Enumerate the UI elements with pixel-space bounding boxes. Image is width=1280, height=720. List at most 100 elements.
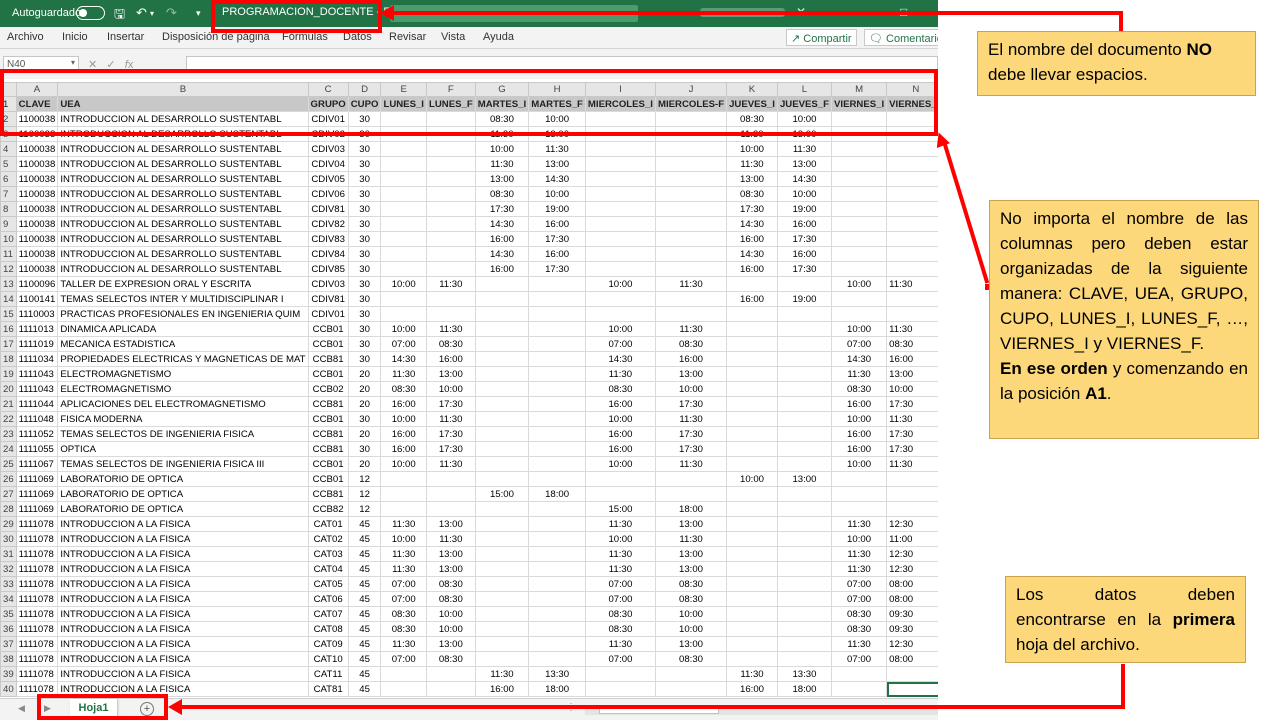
cell[interactable]: 08:30 xyxy=(380,606,427,622)
cell[interactable] xyxy=(584,201,656,217)
cell[interactable]: 30 xyxy=(347,276,382,292)
cell[interactable]: 11:30 xyxy=(584,561,656,577)
cell[interactable]: CAT10 xyxy=(307,651,349,667)
cell[interactable]: ELECTROMAGNETISMO xyxy=(57,381,309,397)
cell[interactable]: 1111078 xyxy=(15,561,59,577)
cell[interactable]: 13:00 xyxy=(474,171,530,187)
cell[interactable]: 18:00 xyxy=(528,681,586,697)
cell[interactable]: 13:00 xyxy=(654,516,728,532)
cell[interactable]: 1100038 xyxy=(15,156,59,172)
cell[interactable]: 11:30 xyxy=(726,156,778,172)
cell[interactable]: INTRODUCCION A LA FISICA xyxy=(57,561,309,577)
cell[interactable]: 10:00 xyxy=(425,606,476,622)
cell[interactable] xyxy=(474,561,530,577)
cell[interactable]: 1111044 xyxy=(15,396,59,412)
cell[interactable]: 07:00 xyxy=(830,591,888,607)
cell[interactable]: 10:00 xyxy=(584,456,656,472)
cell[interactable]: CDIV81 xyxy=(307,201,349,217)
cell[interactable] xyxy=(528,411,586,427)
cell[interactable] xyxy=(776,516,833,532)
cell[interactable]: 13:00 xyxy=(425,561,476,577)
cell[interactable] xyxy=(474,441,530,457)
cell[interactable] xyxy=(474,381,530,397)
cell[interactable] xyxy=(474,411,530,427)
cell[interactable]: INTRODUCCION AL DESARROLLO SUSTENTABL xyxy=(57,141,309,157)
cell[interactable] xyxy=(528,456,586,472)
row-header[interactable]: 39 xyxy=(0,666,17,682)
cell[interactable]: 11:30 xyxy=(776,141,833,157)
cell[interactable]: 30 xyxy=(347,261,382,277)
cell[interactable] xyxy=(776,426,833,442)
cell[interactable] xyxy=(830,141,888,157)
cell[interactable]: CAT06 xyxy=(307,591,349,607)
row-header[interactable]: 23 xyxy=(0,426,17,442)
cell[interactable]: CAT03 xyxy=(307,546,349,562)
cell[interactable] xyxy=(380,156,427,172)
cell[interactable] xyxy=(425,261,476,277)
cell[interactable] xyxy=(425,681,476,697)
cell[interactable]: CDIV06 xyxy=(307,186,349,202)
cell[interactable]: 08:30 xyxy=(425,336,476,352)
cell[interactable]: CCB02 xyxy=(307,381,349,397)
cell[interactable]: TEMAS SELECTOS INTER Y MULTIDISCIPLINAR … xyxy=(57,291,309,307)
cell[interactable]: 16:00 xyxy=(380,396,427,412)
cell[interactable]: 10:00 xyxy=(584,321,656,337)
row-header[interactable]: 33 xyxy=(0,576,17,592)
cell[interactable] xyxy=(474,336,530,352)
cell[interactable] xyxy=(528,291,586,307)
row-header[interactable]: 37 xyxy=(0,636,17,652)
row-header[interactable]: 25 xyxy=(0,456,17,472)
cell[interactable]: CAT01 xyxy=(307,516,349,532)
cell[interactable] xyxy=(830,171,888,187)
cell[interactable]: 15:00 xyxy=(474,486,530,502)
cell[interactable] xyxy=(528,501,586,517)
cell[interactable] xyxy=(380,501,427,517)
cell[interactable]: CAT11 xyxy=(307,666,349,682)
row-header[interactable]: 40 xyxy=(0,681,17,697)
cell[interactable] xyxy=(886,666,938,682)
cell[interactable]: 11:30 xyxy=(830,366,888,382)
cell[interactable]: 07:00 xyxy=(830,336,888,352)
cell[interactable]: LABORATORIO DE OPTICA xyxy=(57,471,309,487)
cell[interactable] xyxy=(380,186,427,202)
cell[interactable]: 10:00 xyxy=(830,411,888,427)
cell[interactable] xyxy=(726,546,778,562)
cell[interactable] xyxy=(776,351,833,367)
cell[interactable]: 08:30 xyxy=(654,576,728,592)
cell[interactable]: 1111043 xyxy=(15,366,59,382)
tab-vista[interactable]: Vista xyxy=(441,31,465,43)
cell[interactable]: 14:30 xyxy=(474,216,530,232)
cell[interactable]: INTRODUCCION AL DESARROLLO SUSTENTABL xyxy=(57,246,309,262)
cell[interactable] xyxy=(886,681,938,697)
cell[interactable]: 14:30 xyxy=(380,351,427,367)
cell[interactable]: 08:30 xyxy=(425,651,476,667)
cell[interactable] xyxy=(830,156,888,172)
cell[interactable]: 09:30 xyxy=(886,621,938,637)
cell[interactable]: 1111019 xyxy=(15,336,59,352)
cell[interactable] xyxy=(425,291,476,307)
row-header[interactable]: 7 xyxy=(0,186,17,202)
cell[interactable]: 30 xyxy=(347,246,382,262)
cell[interactable] xyxy=(380,681,427,697)
cell[interactable]: 10:00 xyxy=(584,531,656,547)
cell[interactable]: 11:30 xyxy=(474,666,530,682)
row-header[interactable]: 10 xyxy=(0,231,17,247)
cell[interactable]: 07:00 xyxy=(380,336,427,352)
cell[interactable]: 14:30 xyxy=(726,216,778,232)
cell[interactable]: CDIV83 xyxy=(307,231,349,247)
cell[interactable] xyxy=(528,381,586,397)
cell[interactable] xyxy=(886,231,938,247)
cell[interactable]: 17:30 xyxy=(886,426,938,442)
cell[interactable]: INTRODUCCION AL DESARROLLO SUSTENTABL xyxy=(57,216,309,232)
cell[interactable]: FISICA MODERNA xyxy=(57,411,309,427)
cell[interactable] xyxy=(776,591,833,607)
cell[interactable]: 17:30 xyxy=(886,441,938,457)
cell[interactable]: ELECTROMAGNETISMO xyxy=(57,366,309,382)
cell[interactable] xyxy=(474,366,530,382)
cell[interactable]: INTRODUCCION A LA FISICA xyxy=(57,591,309,607)
cell[interactable] xyxy=(726,651,778,667)
cell[interactable] xyxy=(776,276,833,292)
cell[interactable]: CCB81 xyxy=(307,396,349,412)
cell[interactable] xyxy=(380,471,427,487)
cell[interactable]: 16:00 xyxy=(584,396,656,412)
